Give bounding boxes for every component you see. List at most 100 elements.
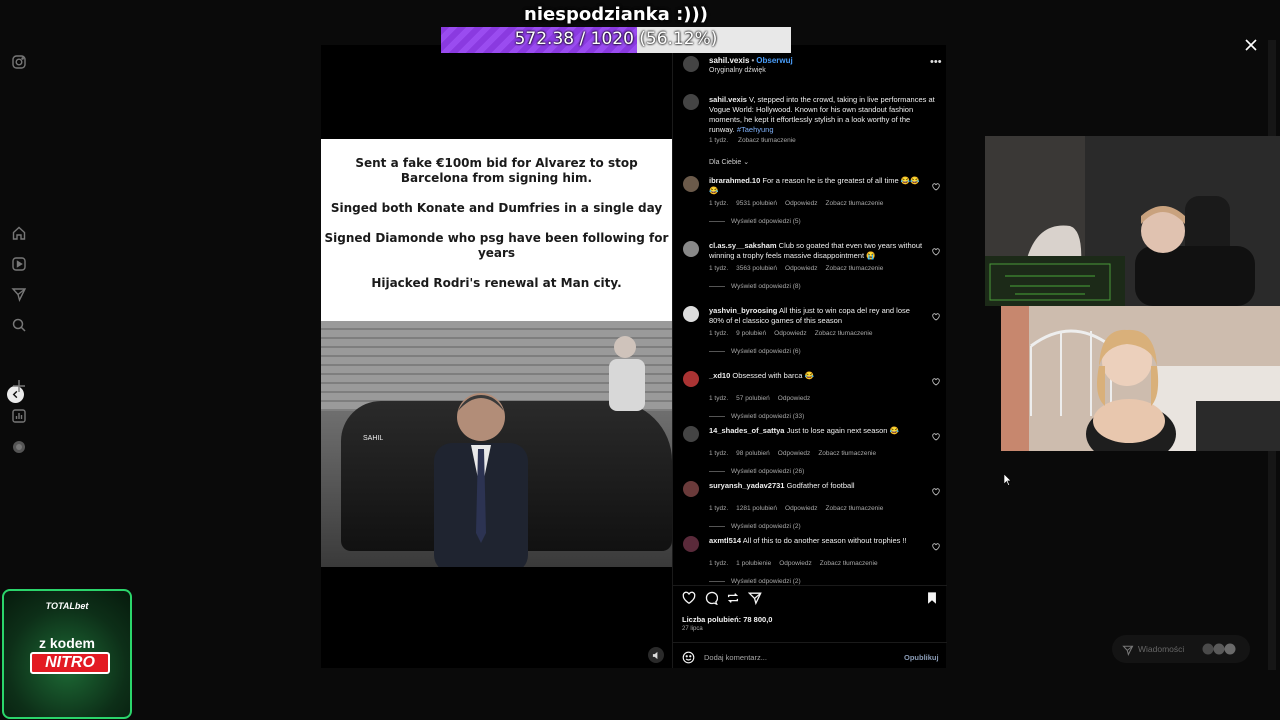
caption-time: 1 tydz. (709, 137, 729, 144)
comment-like-icon[interactable] (932, 538, 940, 551)
comment-time: 1 tydz. (709, 560, 729, 567)
commenter-username[interactable]: suryansh_yadav2731 (709, 481, 784, 490)
comment-input[interactable]: Dodaj komentarz... (704, 653, 767, 662)
home-icon[interactable] (11, 225, 27, 241)
messages-button[interactable]: Wiadomości (1112, 635, 1250, 663)
share-icon[interactable] (747, 591, 762, 606)
comment-likes[interactable]: 1 polubienie (736, 560, 771, 567)
comment-meta: 1 tydz. 3563 polubień Odpowiedz Zobacz tłum… (709, 265, 891, 272)
commenter-avatar[interactable] (683, 481, 699, 497)
commenter-username[interactable]: cl.as.sy__saksham (709, 241, 777, 250)
view-replies-link[interactable]: Wyświetl odpowiedzi (2) (709, 578, 801, 585)
reply-link[interactable]: Odpowiedz (778, 395, 811, 402)
commenter-username[interactable]: axmtl514 (709, 536, 741, 545)
post-image-line: Hijacked Rodri's renewal at Man city. (371, 276, 622, 290)
comment-text: Godfather of football (786, 481, 855, 490)
save-bookmark-icon[interactable] (925, 591, 939, 605)
instagram-icon[interactable] (11, 54, 27, 70)
comment-likes[interactable]: 98 polubień (736, 450, 770, 457)
view-replies-link[interactable]: Wyświetl odpowiedzi (26) (709, 468, 804, 475)
comment-like-icon[interactable] (932, 373, 940, 386)
commenter-username[interactable]: ibrarahmed.10 (709, 176, 760, 185)
more-options-icon[interactable]: ••• (930, 56, 942, 68)
comment-like-icon[interactable] (932, 428, 940, 441)
commenter-avatar[interactable] (683, 306, 699, 322)
caption-hashtag[interactable]: #Taehyung (737, 125, 774, 134)
see-translation-link[interactable]: Zobacz tłumaczenie (826, 505, 884, 512)
comment-time: 1 tydz. (709, 450, 729, 457)
comment-meta: 1 tydz. 57 polubień Odpowiedz (709, 395, 818, 402)
publish-button[interactable]: Opublikuj (904, 653, 939, 662)
follow-button[interactable]: Obserwuj (756, 56, 792, 65)
commenter-avatar[interactable] (683, 426, 699, 442)
commenter-avatar[interactable] (683, 371, 699, 387)
view-replies-link[interactable]: Wyświetl odpowiedzi (2) (709, 523, 801, 530)
comment-likes[interactable]: 9 polubień (736, 330, 766, 337)
comment-item: ibrarahmed.10 For a reason he is the gre… (673, 172, 947, 227)
post-media[interactable]: Sent a fake €100m bid for Alvarez to sto… (321, 45, 672, 668)
create-icon[interactable] (11, 378, 27, 394)
view-replies-link[interactable]: Wyświetl odpowiedzi (8) (709, 283, 801, 290)
view-replies-link[interactable]: Wyświetl odpowiedzi (33) (709, 413, 804, 420)
mute-icon[interactable] (648, 647, 664, 663)
comment-likes[interactable]: 57 polubień (736, 395, 770, 402)
sponsor-ad[interactable]: TOTALbet z kodem NITRO (2, 589, 132, 719)
reply-link[interactable]: Odpowiedz (779, 560, 812, 567)
author-avatar[interactable] (683, 56, 699, 72)
commenter-username[interactable]: _xd10 (709, 371, 730, 380)
post-caption: sahil.vexis V, stepped into the crowd, t… (709, 95, 937, 135)
ad-brand-logo: TOTALbet (45, 601, 89, 611)
donation-goal-title: niespodzianka :))) (524, 4, 708, 25)
comment-likes[interactable]: 1281 polubień (736, 505, 777, 512)
commenter-avatar[interactable] (683, 536, 699, 552)
caption-username[interactable]: sahil.vexis (709, 95, 747, 104)
comment-likes[interactable]: 3563 polubień (736, 265, 777, 272)
view-replies-link[interactable]: Wyświetl odpowiedzi (6) (709, 348, 801, 355)
see-translation-link[interactable]: Zobacz tłumaczenie (818, 450, 876, 457)
comment-icon[interactable] (704, 591, 719, 606)
comment-text: Obsessed with barca 😂 (732, 371, 814, 380)
comment-like-icon[interactable] (932, 483, 940, 496)
mouse-cursor (1004, 474, 1012, 486)
comment-sort-dropdown[interactable]: Dla Ciebie ⌄ (709, 158, 749, 166)
reply-link[interactable]: Odpowiedz (785, 265, 818, 272)
see-translation-link[interactable]: Zobacz tłumaczenie (826, 265, 884, 272)
see-translation-link[interactable]: Zobacz tłumaczenie (826, 200, 884, 207)
comment-item: cl.as.sy__saksham Club so goated that ev… (673, 237, 947, 292)
caption-avatar[interactable] (683, 94, 699, 110)
see-translation-link[interactable]: Zobacz tłumaczenie (738, 137, 796, 144)
reply-link[interactable]: Odpowiedz (774, 330, 807, 337)
comment-meta: 1 tydz. 9531 polubień Odpowiedz Zobacz tłum… (709, 200, 891, 207)
comment-like-icon[interactable] (932, 308, 940, 321)
commenter-avatar[interactable] (683, 241, 699, 257)
like-count[interactable]: Liczba polubień: 78 800,0 (682, 615, 772, 624)
author-username[interactable]: sahil.vexis (709, 56, 749, 65)
view-replies-label: Wyświetl odpowiedzi (2) (731, 523, 801, 530)
commenter-avatar[interactable] (683, 176, 699, 192)
reply-link[interactable]: Odpowiedz (785, 505, 818, 512)
see-translation-link[interactable]: Zobacz tłumaczenie (815, 330, 873, 337)
commenter-username[interactable]: yashvin_byroosing (709, 306, 777, 315)
view-replies-link[interactable]: Wyświetl odpowiedzi (5) (709, 218, 801, 225)
messages-icon[interactable] (11, 286, 27, 302)
view-replies-label: Wyświetl odpowiedzi (26) (731, 468, 805, 475)
comment-likes[interactable]: 9531 polubień (736, 200, 777, 207)
view-replies-label: Wyświetl odpowiedzi (2) (731, 578, 801, 585)
reels-icon[interactable] (11, 256, 27, 272)
reply-link[interactable]: Odpowiedz (785, 200, 818, 207)
close-icon[interactable] (1244, 38, 1258, 52)
see-translation-link[interactable]: Zobacz tłumaczenie (820, 560, 878, 567)
emoji-icon[interactable] (682, 651, 695, 664)
reply-link[interactable]: Odpowiedz (778, 450, 811, 457)
dashboard-icon[interactable] (11, 408, 27, 424)
audio-label[interactable]: Oryginalny dźwięk (709, 67, 766, 74)
search-icon[interactable] (11, 317, 27, 333)
like-icon[interactable] (682, 591, 696, 605)
webcam-streamer (985, 136, 1280, 306)
comment-like-icon[interactable] (932, 178, 940, 191)
profile-icon[interactable] (11, 439, 27, 455)
commenter-username[interactable]: 14_shades_of_sattya (709, 426, 784, 435)
comment-like-icon[interactable] (932, 243, 940, 256)
comment-meta: 1 tydz. 9 polubień Odpowiedz Zobacz tłumacz… (709, 330, 881, 337)
repost-icon[interactable] (726, 591, 740, 605)
